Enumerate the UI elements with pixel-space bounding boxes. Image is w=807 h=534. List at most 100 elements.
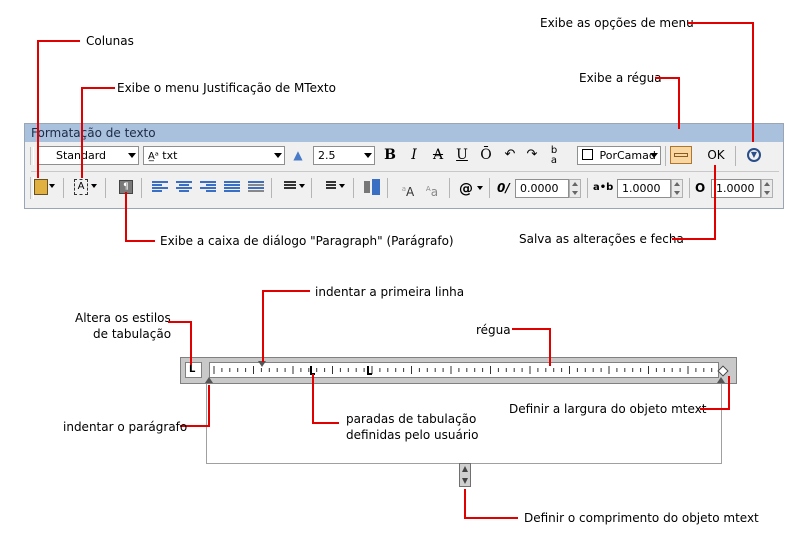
italic-button[interactable]: I bbox=[403, 145, 425, 165]
color-dropdown[interactable]: PorCamad bbox=[577, 146, 661, 165]
callout-comprimento: Definir o comprimento do objeto mtext bbox=[524, 511, 759, 525]
font-dropdown-value: txt bbox=[162, 149, 178, 162]
chevron-down-icon bbox=[128, 153, 136, 158]
callout-line bbox=[549, 328, 551, 366]
symbol-label: @ bbox=[459, 181, 473, 197]
uppercase-icon[interactable]: aA bbox=[397, 179, 419, 199]
width-factor-spinner[interactable] bbox=[761, 179, 773, 198]
callout-line bbox=[190, 321, 192, 365]
justification-icon[interactable]: A bbox=[74, 179, 88, 195]
separator bbox=[449, 178, 450, 198]
separator bbox=[735, 146, 736, 166]
callout-estilos-tab-1: Altera os estilos bbox=[75, 311, 171, 325]
separator bbox=[689, 178, 690, 198]
callout-regua: régua bbox=[476, 323, 511, 337]
separator bbox=[141, 178, 142, 198]
callout-line bbox=[262, 290, 264, 362]
width-factor-input[interactable]: 1.0000 bbox=[711, 179, 761, 198]
align-center-icon[interactable] bbox=[176, 181, 192, 193]
separator bbox=[271, 178, 272, 198]
color-dropdown-value: PorCamad bbox=[599, 149, 656, 162]
callout-line bbox=[752, 22, 754, 142]
callout-regua-toolbar: Exibe a régua bbox=[579, 71, 662, 85]
row-divider bbox=[31, 171, 779, 172]
line-spacing-icon[interactable] bbox=[280, 181, 296, 193]
align-right-icon[interactable] bbox=[200, 181, 216, 193]
chevron-down-icon[interactable] bbox=[339, 184, 345, 188]
tracking-input[interactable]: 1.0000 bbox=[617, 179, 671, 198]
row1-grip bbox=[30, 147, 34, 165]
symbol-button[interactable]: @ bbox=[455, 179, 477, 199]
paragraph-indent-marker[interactable] bbox=[205, 377, 213, 383]
chevron-down-icon[interactable] bbox=[299, 184, 305, 188]
separator bbox=[587, 178, 588, 198]
overline-button[interactable]: Ō bbox=[475, 145, 497, 165]
chevron-down-icon[interactable] bbox=[477, 186, 483, 190]
user-tab-stop[interactable] bbox=[310, 366, 315, 375]
separator bbox=[63, 178, 64, 198]
callout-line bbox=[655, 77, 680, 79]
tracking-spinner[interactable] bbox=[671, 179, 683, 198]
callout-line bbox=[168, 321, 192, 323]
callout-line bbox=[728, 376, 730, 410]
callout-estilos-tab-2: de tabulação bbox=[93, 327, 172, 341]
chevron-down-icon bbox=[650, 153, 658, 158]
insert-field-icon[interactable] bbox=[364, 179, 380, 195]
ok-button[interactable]: OK bbox=[701, 145, 731, 165]
separator bbox=[353, 178, 354, 198]
text-height-value: 2.5 bbox=[318, 149, 336, 162]
font-dropdown[interactable]: A̲ᵃ txt bbox=[143, 146, 285, 165]
style-dropdown[interactable]: Standard bbox=[37, 146, 139, 165]
callout-line bbox=[125, 192, 127, 242]
callout-line bbox=[512, 328, 551, 330]
callout-line bbox=[125, 240, 155, 242]
oblique-angle-input[interactable]: 0.0000 bbox=[515, 179, 569, 198]
oblique-angle-spinner[interactable] bbox=[569, 179, 581, 198]
callout-line bbox=[37, 40, 39, 178]
columns-icon[interactable] bbox=[34, 179, 48, 195]
undo-icon[interactable]: ↶ bbox=[499, 145, 521, 165]
color-swatch-icon bbox=[582, 149, 593, 160]
tracking-icon: a•b bbox=[593, 182, 614, 193]
right-indent-marker[interactable] bbox=[717, 377, 725, 383]
options-menu-button[interactable]: ▼ bbox=[747, 148, 761, 162]
redo-icon[interactable]: ↷ bbox=[521, 145, 543, 165]
callout-line bbox=[81, 87, 115, 89]
bold-button[interactable]: B bbox=[379, 145, 401, 165]
callout-line bbox=[312, 374, 314, 424]
width-handle-icon[interactable] bbox=[717, 365, 729, 377]
text-height-dropdown[interactable]: 2.5 bbox=[313, 146, 375, 165]
callout-indentar-paragrafo: indentar o parágrafo bbox=[63, 420, 188, 434]
callout-colunas: Colunas bbox=[86, 34, 134, 48]
callout-justificacao: Exibe o menu Justificação de MTexto bbox=[117, 81, 336, 95]
callout-largura: Definir a largura do objeto mtext bbox=[509, 402, 707, 416]
align-left-icon[interactable] bbox=[152, 181, 168, 193]
separator bbox=[387, 178, 388, 198]
tab-style-label: L bbox=[189, 364, 196, 375]
ruler-toggle-button[interactable] bbox=[670, 146, 692, 164]
callout-paradas-2: definidas pelo usuário bbox=[346, 428, 479, 442]
tab-style-selector[interactable]: L bbox=[185, 362, 202, 378]
underline-button[interactable]: U bbox=[451, 145, 473, 165]
justify-icon[interactable] bbox=[224, 181, 240, 193]
chevron-down-icon[interactable] bbox=[91, 184, 97, 188]
lowercase-icon[interactable]: Aa bbox=[421, 179, 443, 199]
numbering-icon[interactable] bbox=[320, 181, 336, 193]
ruler-scale[interactable] bbox=[209, 362, 719, 378]
separator bbox=[489, 178, 490, 198]
distribute-icon[interactable] bbox=[248, 181, 264, 193]
callout-line bbox=[464, 517, 518, 519]
length-handle[interactable] bbox=[459, 463, 471, 487]
callout-line bbox=[312, 422, 339, 424]
arrow-down-icon bbox=[462, 478, 468, 484]
ruler-icon bbox=[674, 153, 688, 157]
callout-opcoes-menu: Exibe as opções de menu bbox=[540, 16, 694, 30]
stack-icon[interactable]: ba bbox=[543, 145, 565, 166]
callout-line bbox=[464, 489, 466, 519]
annotative-icon[interactable]: ▲ bbox=[287, 145, 309, 165]
text-formatting-toolbar: Formatação de texto Standard A̲ᵃ txt ▲ 2… bbox=[24, 123, 784, 209]
chevron-down-icon[interactable] bbox=[49, 184, 55, 188]
user-tab-stop[interactable] bbox=[367, 366, 372, 375]
strikethrough-button[interactable]: A bbox=[427, 145, 449, 165]
arrow-up-icon bbox=[462, 466, 468, 472]
